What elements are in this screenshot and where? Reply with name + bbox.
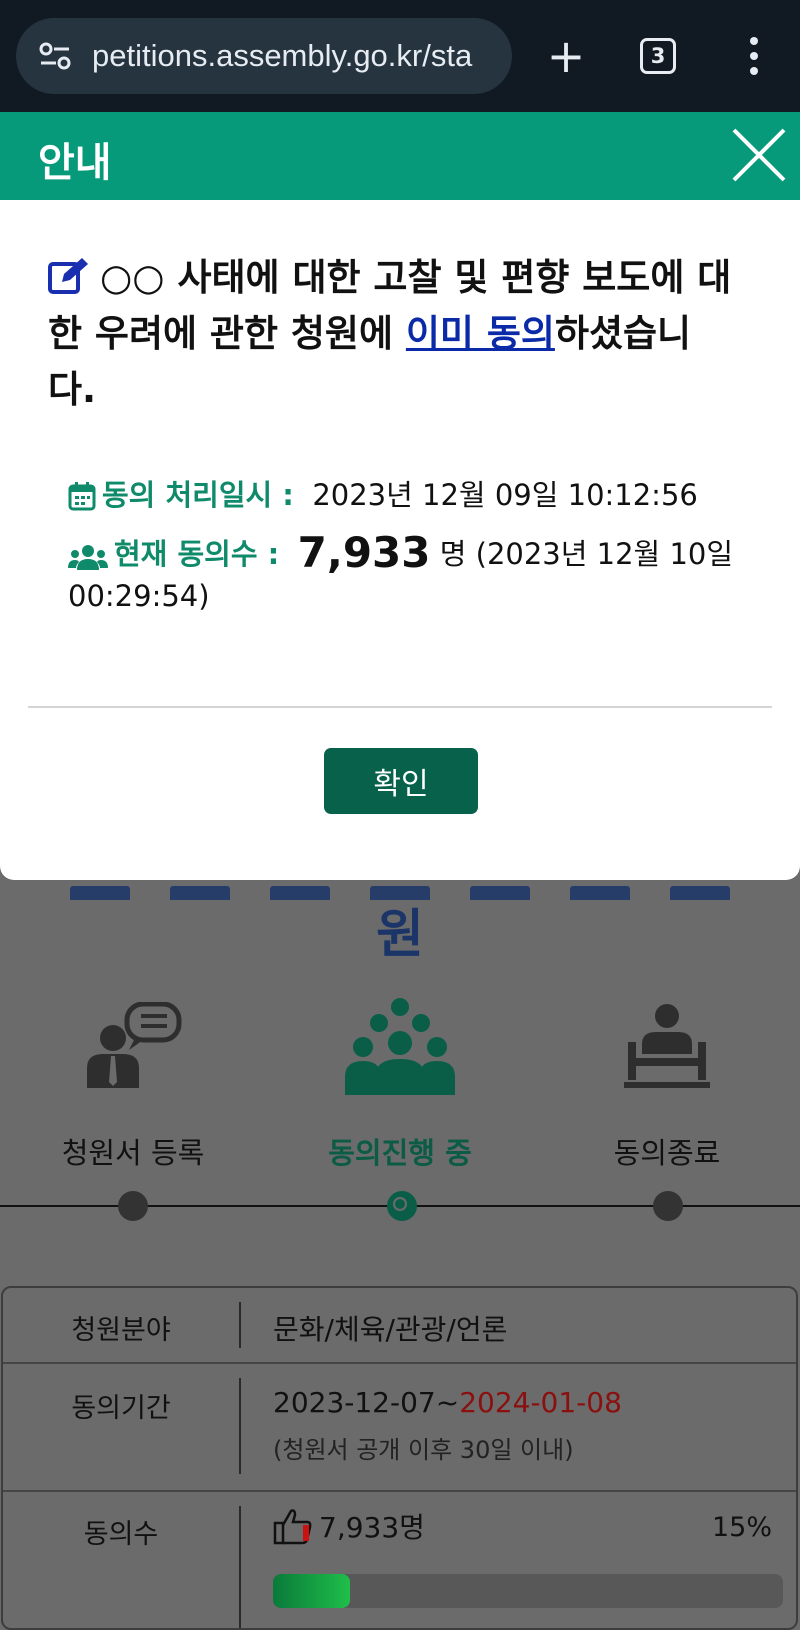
dialog-divider	[28, 706, 772, 708]
period-label: 동의기간	[71, 1393, 171, 1424]
speaker-person-icon	[87, 1002, 182, 1088]
field-value: 문화/체육/관광/언론	[273, 1313, 508, 1346]
tab-switcher-button[interactable]: 3	[640, 38, 676, 74]
dialog-header: 안내	[0, 112, 800, 200]
new-tab-button[interactable]: +	[542, 30, 590, 82]
agree-time-label: 동의 처리일시 :	[102, 478, 294, 512]
step-closed: 동의종료	[537, 992, 797, 1172]
menu-dot-icon	[750, 67, 758, 75]
current-count-unit: 명	[439, 537, 467, 571]
step-in-progress: 동의진행 중	[270, 992, 530, 1172]
url-text[interactable]: petitions.assembly.go.kr/sta	[92, 38, 472, 74]
dialog-title: 안내	[38, 140, 112, 186]
step-register-label: 청원서 등록	[61, 1136, 205, 1170]
confirm-button[interactable]: 확인	[324, 748, 478, 814]
current-count-value: 7,933	[297, 528, 431, 577]
period-note: (청원서 공개 이후 30일 이내)	[273, 1436, 574, 1464]
group-people-icon	[345, 998, 455, 1095]
timeline-dot-closed	[653, 1191, 683, 1221]
table-row: 동의기간 2023-12-07~2024-01-08 (청원서 공개 이후 30…	[3, 1364, 796, 1492]
site-settings-icon[interactable]	[38, 39, 72, 73]
timeline-dot-register	[118, 1191, 148, 1221]
count-progress-bar	[273, 1574, 783, 1608]
dialog-message: ○○ 사태에 대한 고찰 및 편향 보도에 대한 우려에 관한 청원에 이미 동…	[48, 250, 738, 418]
petition-title-tail: 원	[376, 905, 424, 965]
count-value: 7,933명	[273, 1506, 425, 1546]
agree-time-value: 2023년 12월 09일 10:12:56	[312, 478, 698, 512]
close-icon[interactable]	[728, 124, 790, 186]
period-end: 2024-01-08	[459, 1386, 622, 1419]
period-start: 2023-12-07~	[273, 1386, 460, 1419]
browser-toolbar: petitions.assembly.go.kr/sta + 3	[0, 0, 800, 112]
petition-info-table: 청원분야 문화/체육/관광/언론 동의기간 2023-12-07~2024-01…	[1, 1286, 798, 1630]
podium-person-icon	[624, 1004, 710, 1088]
notice-dialog: 안내 ○○ 사태에 대한 고찰 및 편향 보도에 대한 우려에 관한 청원에 이…	[0, 112, 800, 880]
agree-time-line: 동의 처리일시 : 2023년 12월 09일 10:12:56	[68, 472, 698, 514]
table-row: 동의수 7,933명 15%	[3, 1492, 796, 1628]
menu-dot-icon	[750, 52, 758, 60]
step-register: 청원서 등록	[3, 992, 263, 1172]
count-number: 7,933명	[319, 1511, 425, 1544]
already-agreed-link[interactable]: 이미 동의	[406, 312, 555, 355]
step-closed-label: 동의종료	[613, 1136, 721, 1170]
thumbs-up-icon	[273, 1509, 312, 1545]
timeline-dot-active	[387, 1191, 417, 1221]
edit-icon	[48, 258, 88, 294]
users-icon	[68, 545, 108, 570]
count-progress-fill	[273, 1574, 350, 1608]
menu-dot-icon	[750, 37, 758, 45]
current-count-label: 현재 동의수 :	[114, 537, 280, 571]
table-row: 청원분야 문화/체육/관광/언론	[3, 1288, 796, 1364]
step-in-progress-label: 동의진행 중	[328, 1136, 472, 1170]
more-menu-button[interactable]	[740, 30, 768, 82]
period-value: 2023-12-07~2024-01-08	[273, 1386, 622, 1419]
field-label: 청원분야	[71, 1315, 171, 1346]
address-bar[interactable]: petitions.assembly.go.kr/sta	[16, 18, 512, 94]
count-label: 동의수	[83, 1519, 159, 1550]
current-count-line: 현재 동의수 : 7,933 명 (2023년 12월 10일 00:29:54…	[68, 532, 748, 617]
calendar-icon	[68, 482, 96, 511]
count-percent: 15%	[711, 1512, 772, 1543]
